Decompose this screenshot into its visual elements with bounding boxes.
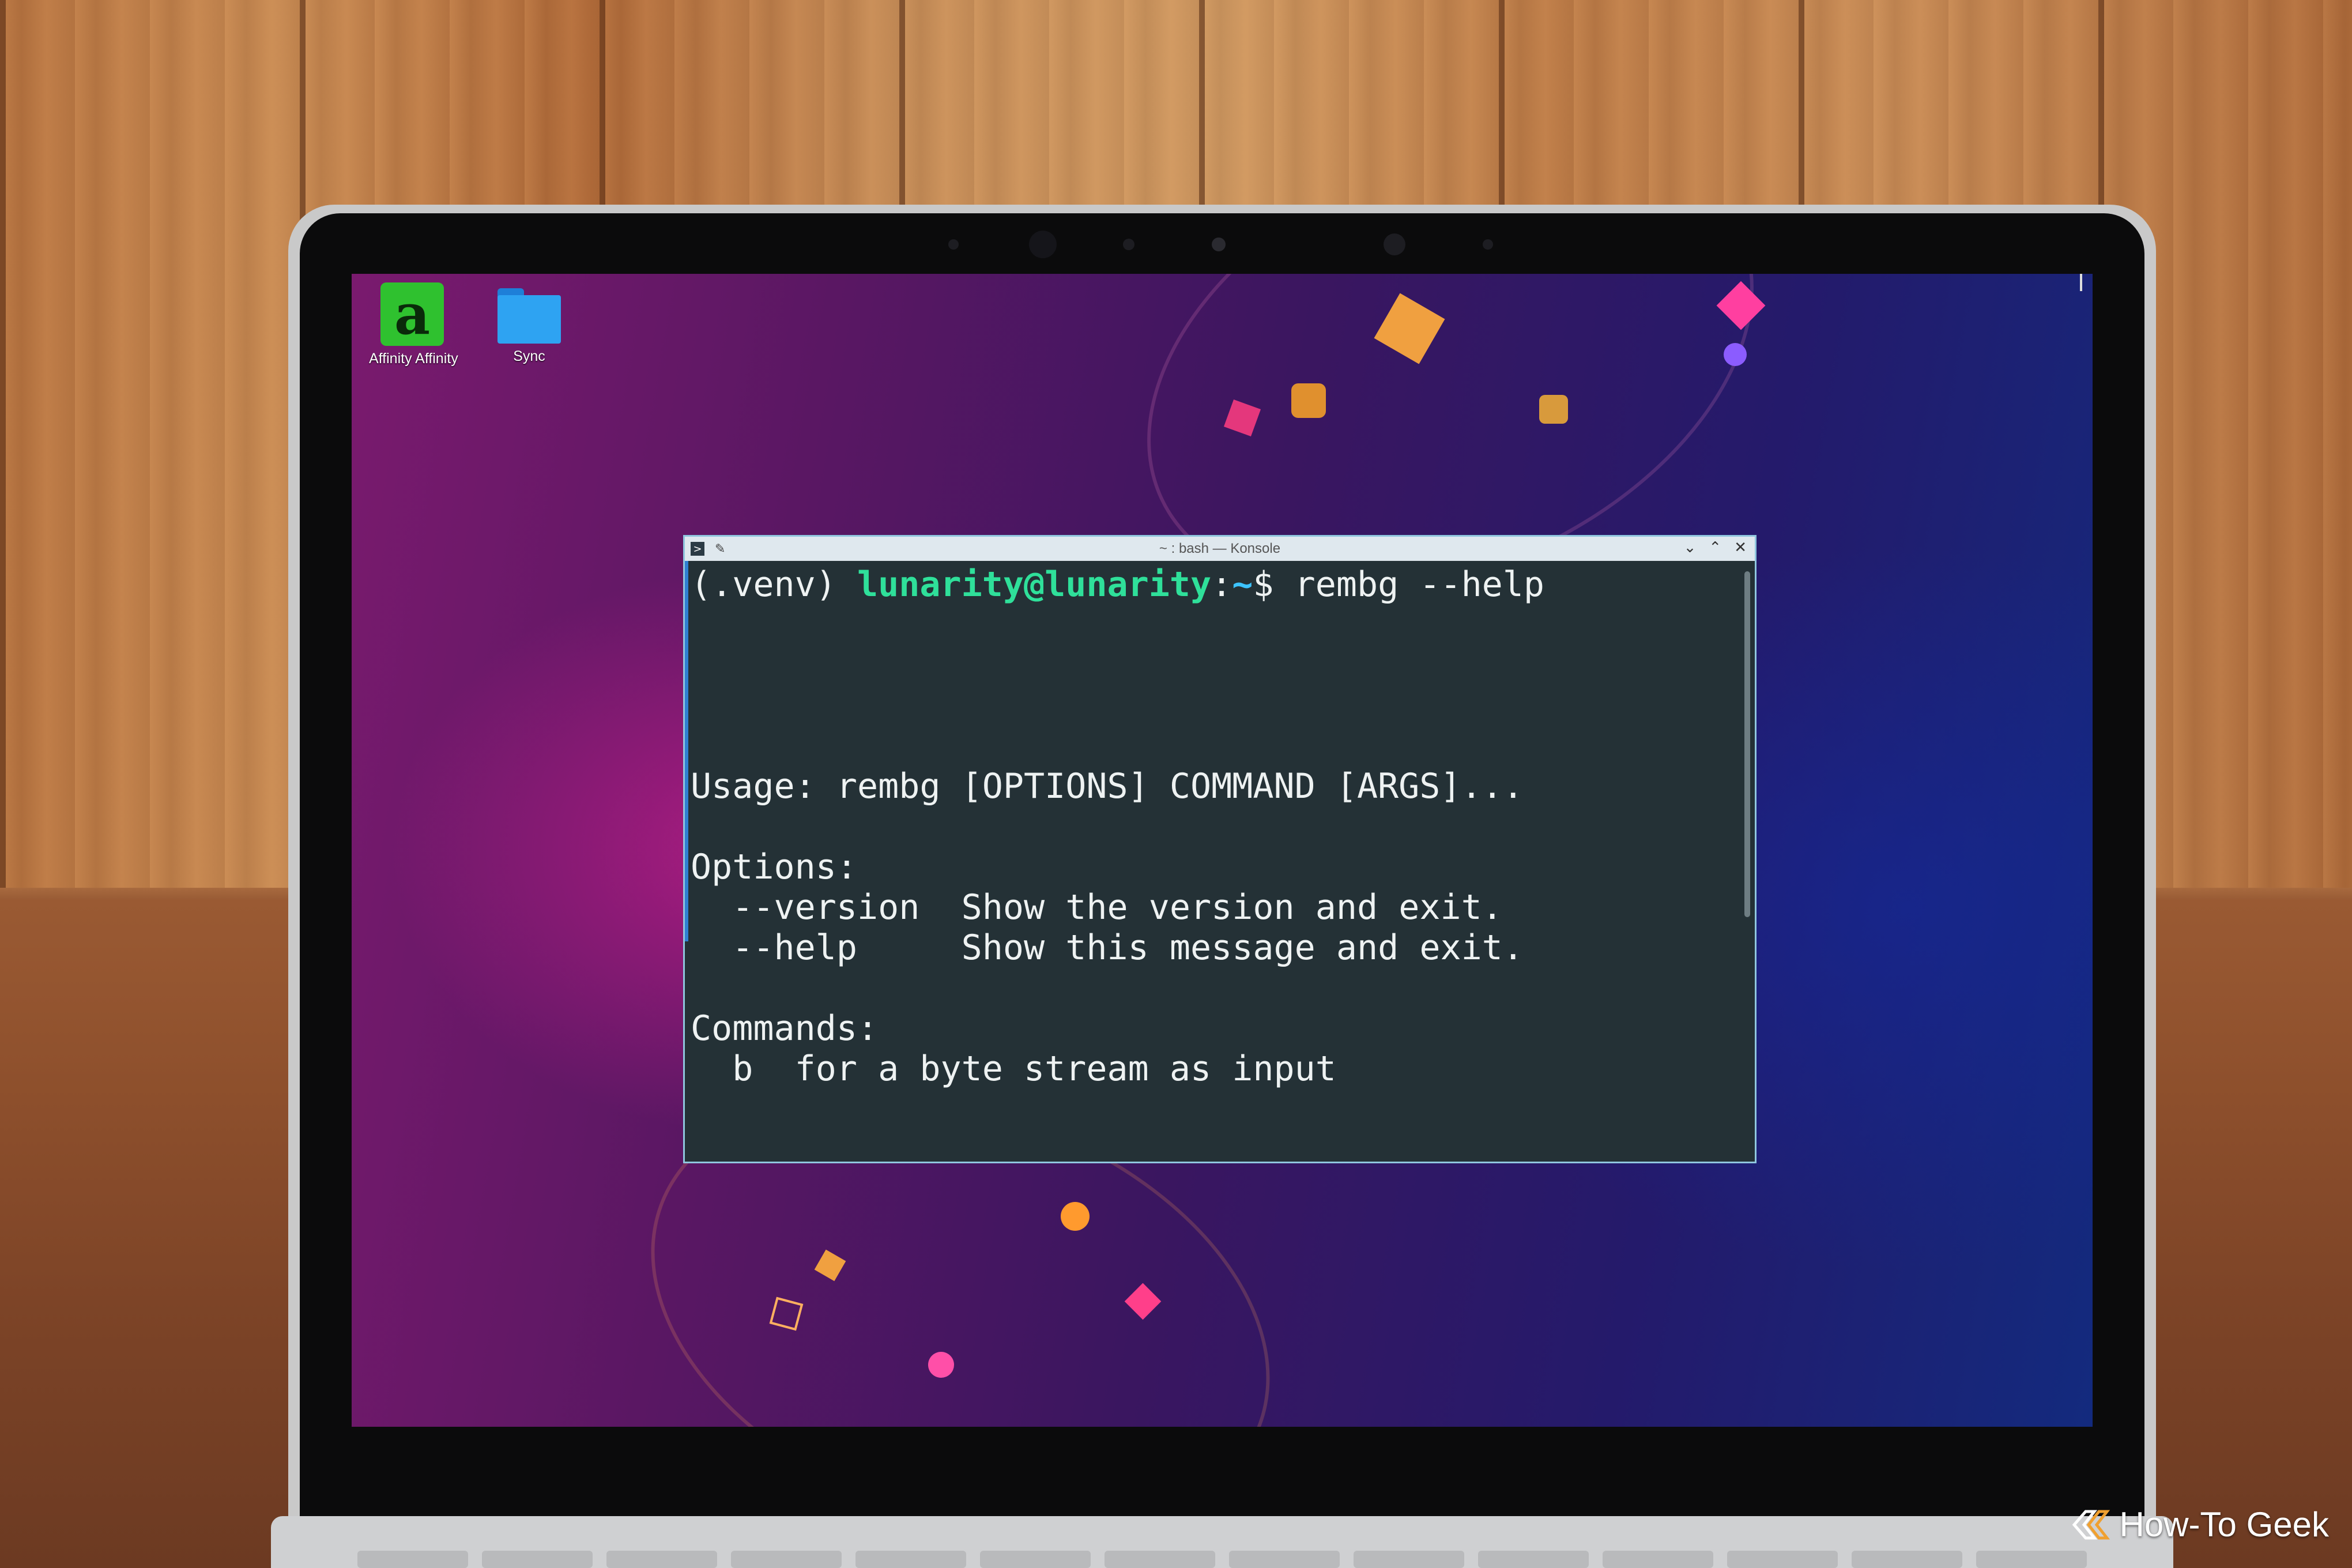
prompt-user-host: lunarity@lunarity (857, 564, 1212, 605)
key (980, 1551, 1091, 1568)
key (1976, 1551, 2087, 1568)
key (1354, 1551, 1464, 1568)
folder-icon (497, 288, 561, 344)
key (1852, 1551, 1962, 1568)
maximize-button[interactable]: ⌃ (1709, 539, 1721, 556)
desktop-icon-sync[interactable]: Sync (486, 282, 572, 365)
wallpaper-shape (1724, 343, 1747, 366)
sensor-dot (1483, 239, 1493, 250)
minimize-button[interactable]: ⌄ (1684, 539, 1697, 556)
terminal-output[interactable]: (.venv) lunarity@lunarity:~$ rembg --hel… (691, 564, 1737, 1156)
key (1727, 1551, 1838, 1568)
desktop-icon-label: Sync (513, 348, 545, 364)
terminal-scrollbar[interactable] (1744, 571, 1750, 917)
options-header: Options: (691, 847, 857, 887)
wallpaper-shape (1291, 383, 1326, 418)
key (1229, 1551, 1340, 1568)
option-flag: --help (691, 928, 920, 968)
usage-line: Usage: rembg [OPTIONS] COMMAND [ARGS]... (691, 766, 1524, 806)
wallpaper-shape (1539, 395, 1568, 424)
commands-header: Commands: (691, 1008, 879, 1049)
active-accent-bar (685, 561, 688, 941)
watermark-text: How-To Geek (2119, 1505, 2329, 1544)
window-controls: ⌄ ⌃ ✕ (1684, 539, 1747, 556)
screen-corner-glyph (2080, 274, 2082, 291)
key (1105, 1551, 1215, 1568)
howtogeek-logo-icon (2072, 1510, 2110, 1539)
konsole-window[interactable]: > ✎ ~ : bash — Konsole ⌄ ⌃ ✕ (.venv) lun… (683, 535, 1757, 1163)
close-button[interactable]: ✕ (1734, 539, 1747, 556)
wallpaper-shape (928, 1352, 954, 1378)
prompt-dollar: $ (1253, 564, 1295, 605)
window-titlebar[interactable]: > ✎ ~ : bash — Konsole ⌄ ⌃ ✕ (685, 537, 1755, 561)
command-desc: for a byte stream as input (794, 1049, 1336, 1089)
command-name: b (691, 1049, 753, 1089)
key (357, 1551, 468, 1568)
wallpaper-shape (1061, 1202, 1090, 1231)
watermark: How-To Geek (2071, 1505, 2329, 1544)
option-desc: Show this message and exit. (961, 928, 1524, 968)
prompt-venv: (.venv) (691, 564, 857, 605)
key (855, 1551, 966, 1568)
desktop-icon-affinity[interactable]: a Affinity Affinity (369, 282, 458, 367)
keyboard-function-row (357, 1551, 2087, 1568)
sensor-dot (1212, 238, 1226, 251)
key (482, 1551, 593, 1568)
ir-camera (1384, 233, 1405, 255)
webcam-lens (1029, 231, 1057, 258)
option-desc: Show the version and exit. (961, 887, 1503, 928)
command-text: rembg --help (1294, 564, 1545, 605)
sensor-dot (1123, 239, 1134, 250)
key (1478, 1551, 1589, 1568)
prompt-path: ~ (1232, 564, 1253, 605)
key (1603, 1551, 1713, 1568)
sensor-dot (948, 239, 959, 250)
window-title: ~ : bash — Konsole (1159, 541, 1281, 556)
affinity-icon: a (380, 282, 444, 347)
option-flag: --version (691, 887, 920, 928)
prompt-colon: : (1211, 564, 1232, 605)
desktop-icon-label: Affinity Affinity (369, 350, 458, 367)
key (731, 1551, 842, 1568)
key (606, 1551, 717, 1568)
